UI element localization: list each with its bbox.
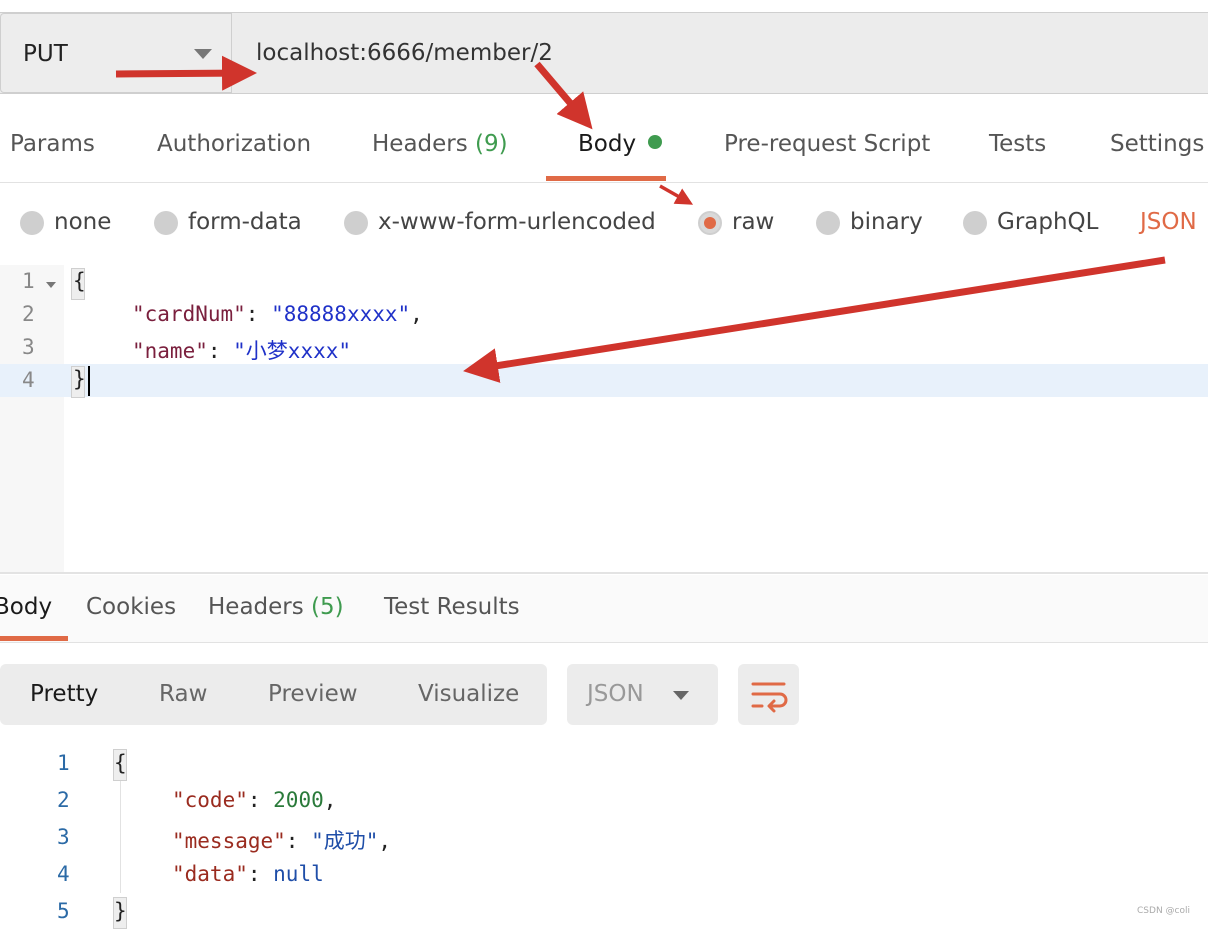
json-key: "message" bbox=[172, 829, 286, 853]
body-format-dropdown[interactable]: JSON bbox=[1140, 209, 1197, 235]
tab-settings[interactable]: Settings bbox=[1110, 131, 1204, 157]
code-line: "cardNum": "88888xxxx", bbox=[132, 302, 423, 326]
active-tab-indicator bbox=[546, 176, 666, 181]
headers-count-badge: (9) bbox=[475, 131, 508, 157]
method-dropdown[interactable]: PUT bbox=[0, 13, 232, 93]
response-body-viewer[interactable]: 1 2 3 4 5 { "code": 2000, "message": "成功… bbox=[0, 745, 1208, 929]
tab-headers-label: Headers bbox=[372, 131, 468, 157]
view-preview-button[interactable]: Preview bbox=[268, 681, 358, 707]
json-key: "data" bbox=[172, 862, 248, 886]
method-label: PUT bbox=[23, 41, 68, 67]
radio-circle bbox=[816, 211, 840, 235]
watermark: CSDN @coli bbox=[1137, 906, 1190, 916]
tab-test-results[interactable]: Test Results bbox=[384, 594, 520, 620]
line-number: 2 bbox=[57, 788, 70, 812]
request-body-editor[interactable]: 1 2 3 4 { "cardNum": "88888xxxx", "name"… bbox=[0, 265, 1208, 572]
radio-circle bbox=[20, 211, 44, 235]
json-key: "name" bbox=[132, 339, 208, 363]
wrap-lines-icon bbox=[751, 682, 788, 713]
code-close-brace: } bbox=[73, 367, 86, 391]
code-line: "code": 2000, bbox=[172, 788, 337, 812]
request-tabs: Params Authorization Headers (9) Body Pr… bbox=[0, 116, 1208, 183]
response-format-dropdown[interactable]: JSON bbox=[567, 664, 718, 725]
tab-response-headers[interactable]: Headers (5) bbox=[208, 594, 344, 620]
response-view-modes: Pretty Raw Preview Visualize bbox=[0, 664, 547, 725]
tab-authorization[interactable]: Authorization bbox=[157, 131, 311, 157]
active-tab-indicator bbox=[0, 636, 68, 641]
pane-divider[interactable] bbox=[0, 572, 1208, 574]
code-open-brace: { bbox=[73, 269, 86, 293]
view-raw-button[interactable]: Raw bbox=[159, 681, 207, 707]
line-number: 3 bbox=[22, 335, 35, 359]
line-number: 2 bbox=[22, 302, 35, 326]
wrap-lines-button[interactable] bbox=[738, 664, 799, 725]
radio-none-label: none bbox=[54, 209, 112, 235]
line-number: 3 bbox=[57, 825, 70, 849]
line-number: 1 bbox=[57, 751, 70, 775]
tab-params[interactable]: Params bbox=[10, 131, 95, 157]
fold-arrow-icon[interactable] bbox=[46, 282, 56, 288]
line-number: 4 bbox=[22, 368, 35, 392]
json-value: null bbox=[273, 862, 324, 886]
radio-circle bbox=[963, 211, 987, 235]
json-value: 2000 bbox=[273, 788, 324, 812]
tab-tests[interactable]: Tests bbox=[989, 131, 1046, 157]
code-line: "name": "小梦xxxx" bbox=[132, 339, 352, 363]
json-value: "88888xxxx" bbox=[271, 302, 411, 326]
code-line: "data": null bbox=[172, 862, 324, 886]
code-close-brace: } bbox=[114, 899, 127, 923]
radio-graphql-label: GraphQL bbox=[997, 209, 1099, 235]
url-bar: PUT bbox=[0, 12, 1208, 94]
body-modified-dot bbox=[648, 135, 663, 149]
code-line: "message": "成功", bbox=[172, 829, 392, 853]
chevron-down-icon bbox=[673, 691, 689, 700]
radio-form-data-label: form-data bbox=[188, 209, 302, 235]
chevron-down-icon bbox=[194, 49, 212, 59]
line-number: 1 bbox=[22, 269, 35, 293]
active-line-highlight bbox=[0, 364, 1208, 397]
json-key: "code" bbox=[172, 788, 248, 812]
tab-body[interactable]: Body bbox=[578, 131, 663, 157]
url-input[interactable] bbox=[234, 13, 1208, 93]
tab-headers[interactable]: Headers (9) bbox=[372, 131, 508, 157]
body-type-selector: none form-data x-www-form-urlencoded raw… bbox=[0, 183, 1208, 266]
radio-binary-label: binary bbox=[850, 209, 923, 235]
indent-guide bbox=[120, 781, 121, 893]
text-cursor bbox=[88, 366, 90, 396]
line-number: 5 bbox=[57, 899, 70, 923]
radio-urlencoded-label: x-www-form-urlencoded bbox=[378, 209, 656, 235]
radio-circle bbox=[154, 211, 178, 235]
view-visualize-button[interactable]: Visualize bbox=[418, 681, 519, 707]
json-value: "成功" bbox=[311, 829, 379, 853]
radio-raw-label: raw bbox=[732, 209, 775, 235]
json-value: "小梦xxxx" bbox=[233, 339, 352, 363]
radio-circle-selected bbox=[698, 211, 722, 235]
radio-circle bbox=[344, 211, 368, 235]
tab-cookies[interactable]: Cookies bbox=[86, 594, 176, 620]
tab-response-headers-label: Headers bbox=[208, 594, 304, 620]
json-key: "cardNum" bbox=[132, 302, 246, 326]
tab-response-body[interactable]: Body bbox=[0, 594, 52, 620]
view-pretty-button[interactable]: Pretty bbox=[30, 681, 98, 707]
headers-count-badge: (5) bbox=[311, 594, 344, 620]
response-format-label: JSON bbox=[587, 681, 644, 707]
line-number: 4 bbox=[57, 862, 70, 886]
tab-prerequest-script[interactable]: Pre-request Script bbox=[724, 131, 930, 157]
response-tabs: Body Cookies Headers (5) Test Results bbox=[0, 575, 1208, 643]
tab-body-label: Body bbox=[578, 131, 637, 157]
code-open-brace: { bbox=[114, 751, 127, 775]
